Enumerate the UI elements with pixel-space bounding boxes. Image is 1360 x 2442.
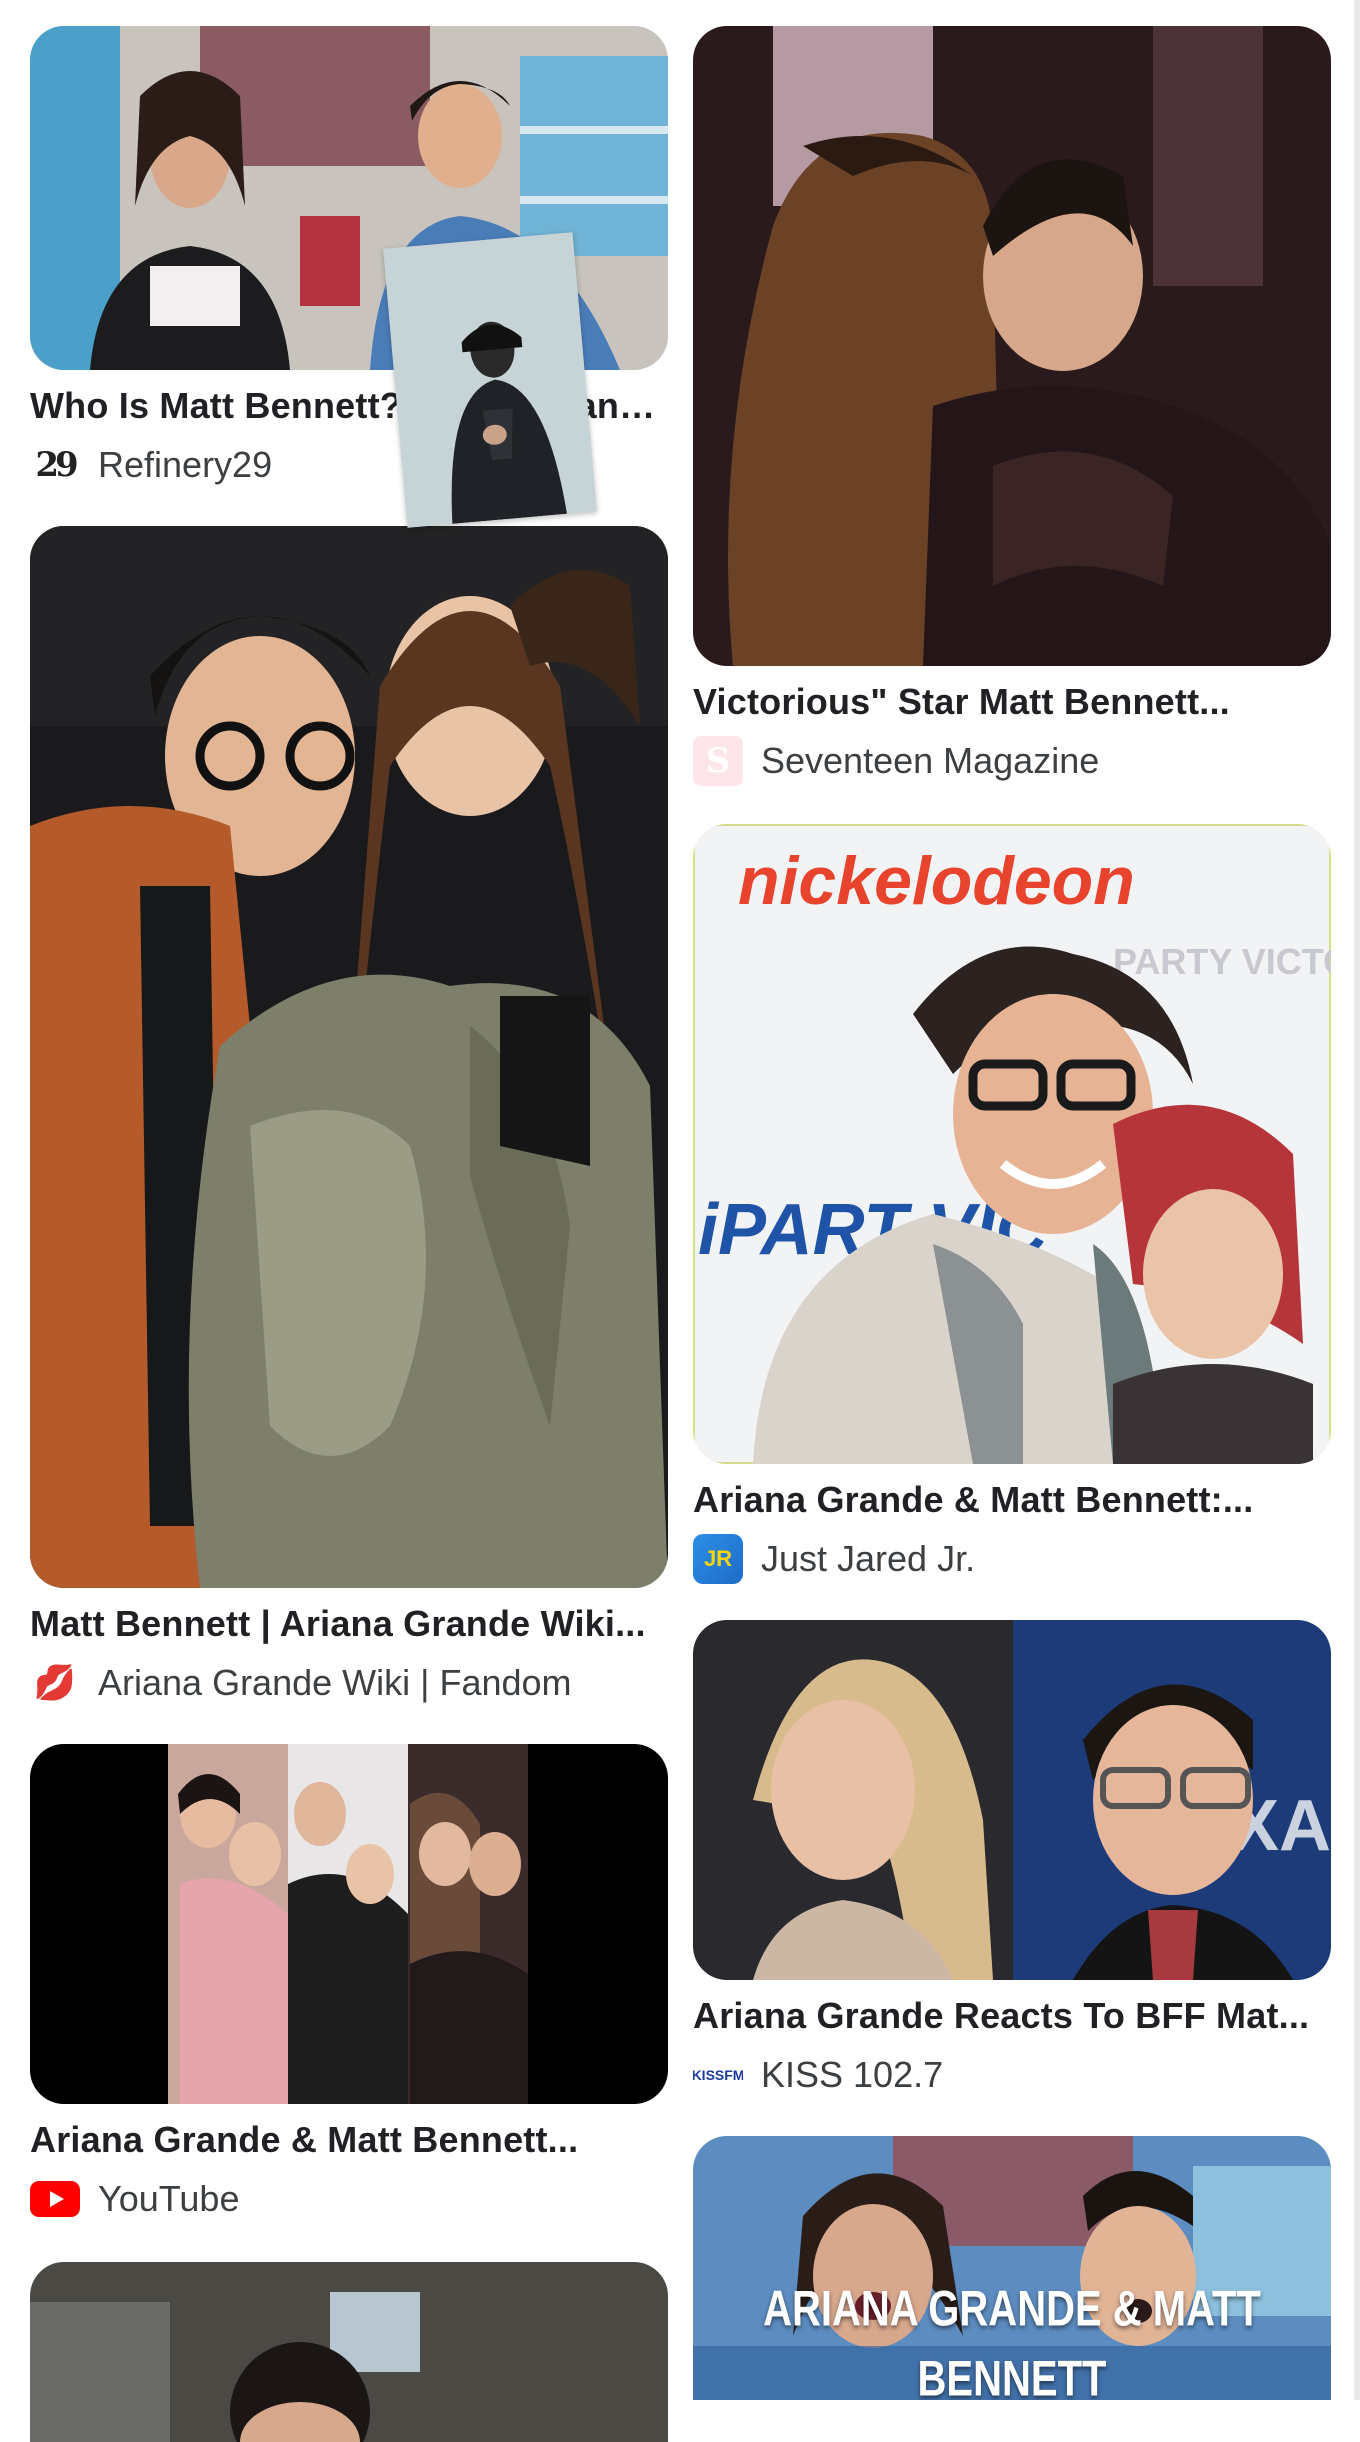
source-name: Just Jared Jr.: [761, 1538, 976, 1579]
source-name: YouTube: [98, 2178, 240, 2219]
favicon-text: S: [705, 741, 731, 781]
lips-icon: 💋: [33, 1664, 77, 1702]
result-title[interactable]: Ariana Grande Reacts To BFF Mat...: [693, 1994, 1331, 2038]
poster-text: PARTY VICTORIOUS: [1113, 941, 1331, 982]
result-thumbnail[interactable]: PIXA ONWA: [693, 1620, 1331, 1980]
source-name: Seventeen Magazine: [761, 740, 1100, 781]
image-result-card[interactable]: ARIANA GRANDE & MATT BENNETT: [693, 2136, 1331, 2400]
refinery29-logo-icon: 29: [30, 440, 80, 490]
source-name: Ariana Grande Wiki | Fandom: [98, 1662, 572, 1703]
result-thumbnail[interactable]: [30, 1744, 668, 2104]
image-result-card[interactable]: nickelodeon PARTY VICTORIOUS iPART VIC A…: [693, 824, 1331, 1584]
favicon-text: JR: [703, 1546, 733, 1571]
result-source[interactable]: YouTube: [30, 2176, 668, 2222]
result-thumbnail[interactable]: ARIANA GRANDE & MATT BENNETT: [693, 2136, 1331, 2400]
image-caption-text: ARIANA GRANDE & MATT BENNETT: [763, 2281, 1261, 2401]
floating-preview-image[interactable]: [383, 232, 597, 528]
image-result-card[interactable]: Victorious" Star Matt Bennett... S Seven…: [693, 26, 1331, 786]
result-thumbnail[interactable]: [30, 2262, 668, 2442]
scroll-edge: [1354, 0, 1360, 2400]
result-title[interactable]: Ariana Grande & Matt Bennett:...: [693, 1478, 1331, 1522]
image-result-card[interactable]: [30, 2262, 668, 2442]
result-source[interactable]: JR Just Jared Jr.: [693, 1534, 1331, 1584]
favicon-text: KISSFM: [693, 2067, 743, 2083]
result-title[interactable]: Ariana Grande & Matt Bennett...: [30, 2118, 668, 2162]
youtube-icon: [30, 2174, 80, 2224]
nickelodeon-logo-text: nickelodeon: [738, 843, 1135, 919]
kiss-fm-icon: KISSFM: [693, 2050, 743, 2100]
image-result-card[interactable]: PIXA ONWA Ariana Grande Reacts To BFF Ma…: [693, 1620, 1331, 2098]
source-name: Refinery29: [98, 444, 273, 485]
image-result-card[interactable]: Matt Bennett | Ariana Grande Wiki... 💋 A…: [30, 526, 668, 1706]
result-thumbnail[interactable]: [30, 526, 668, 1588]
favicon-text: 29: [35, 445, 78, 485]
result-title[interactable]: Matt Bennett | Ariana Grande Wiki...: [30, 1602, 668, 1646]
result-thumbnail[interactable]: [693, 26, 1331, 666]
result-title[interactable]: Victorious" Star Matt Bennett...: [693, 680, 1331, 724]
just-jared-jr-icon: JR: [693, 1534, 743, 1584]
seventeen-icon: S: [693, 736, 743, 786]
result-thumbnail[interactable]: nickelodeon PARTY VICTORIOUS iPART VIC: [693, 824, 1331, 1464]
result-source[interactable]: 💋 Ariana Grande Wiki | Fandom: [30, 1660, 668, 1706]
result-source[interactable]: KISSFM KISS 102.7: [693, 2052, 1331, 2098]
result-source[interactable]: S Seventeen Magazine: [693, 736, 1331, 786]
source-name: KISS 102.7: [761, 2054, 944, 2095]
image-result-card[interactable]: Ariana Grande & Matt Bennett... YouTube: [30, 1744, 668, 2222]
